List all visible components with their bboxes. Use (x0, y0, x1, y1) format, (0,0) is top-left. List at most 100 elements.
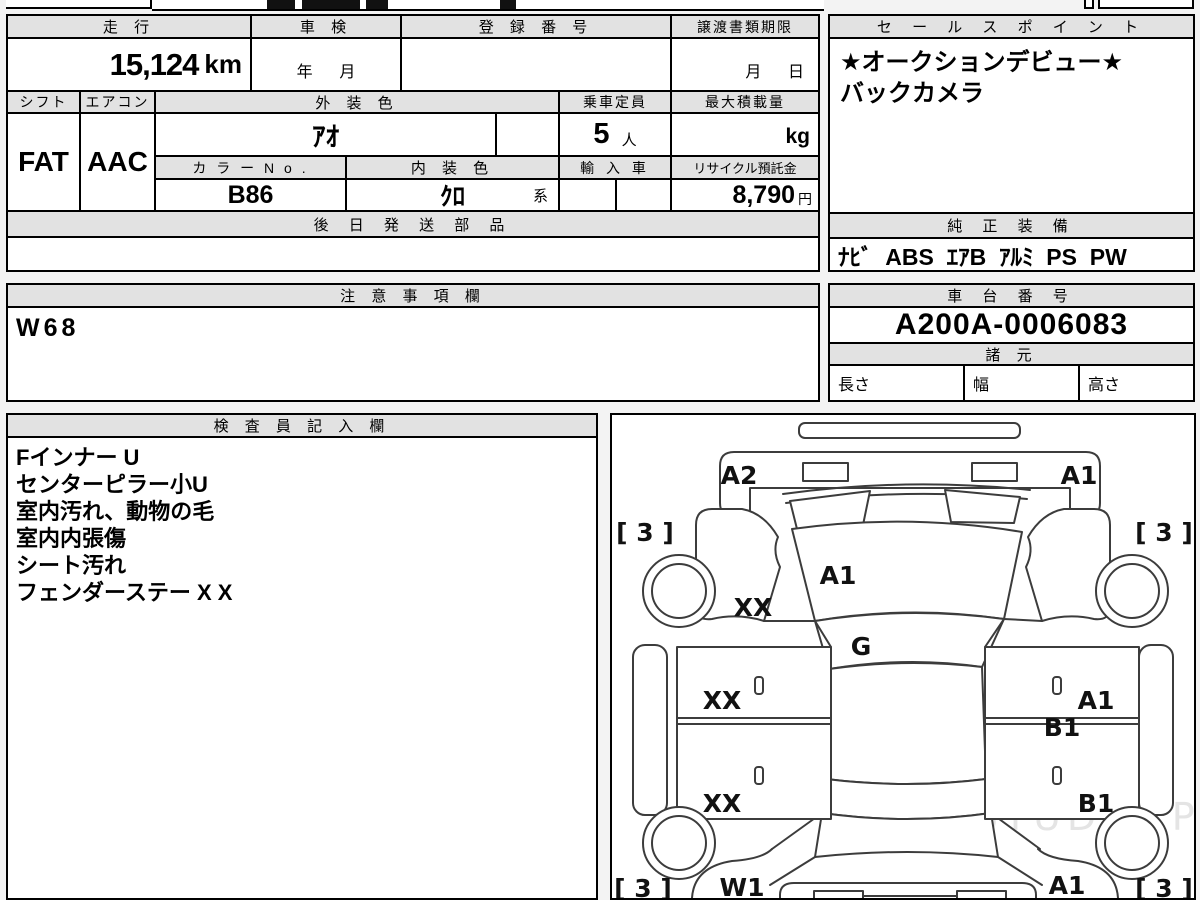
damage-code-label: [ 3 ] (1135, 518, 1193, 547)
mileage-number: 15,124 (109, 46, 200, 82)
trunk-shape (814, 812, 999, 858)
import-cell-2 (615, 178, 672, 212)
inspector-remark-line: シート汚れ (16, 553, 127, 578)
capacity-header: 乗車定員 (558, 90, 672, 114)
interior-color-header: 内 装 色 (345, 155, 560, 180)
inspection-value: 年 月 (250, 37, 402, 92)
top-strip-shape (798, 422, 1021, 439)
inspector-remarks-header: 検 査 員 記 入 欄 (6, 413, 598, 438)
rear-bumper-inset-right (956, 890, 1007, 898)
damage-code-label: A1 (820, 561, 857, 590)
factory-equipment-value: ﾅﾋﾞ ABS ｴｱB ｱﾙﾐ PS PW (828, 237, 1195, 272)
later-parts-value (6, 236, 820, 272)
damage-code-label: W1 (720, 873, 765, 898)
exterior-color-extra-cell (495, 112, 560, 157)
payload-header: 最大積載量 (670, 90, 820, 114)
recycle-deposit-header: リサイクル預託金 (670, 155, 820, 180)
registration-value (400, 37, 672, 92)
mileage-value: 15,124 km (6, 37, 252, 92)
damage-code-label: [ 3 ] (614, 874, 672, 898)
recycle-unit: 円 (798, 191, 812, 207)
capacity-unit: 人 (621, 132, 637, 149)
damage-code-label: XX (703, 686, 742, 715)
specs-header: 諸 元 (828, 342, 1195, 366)
mileage-unit: km (204, 49, 242, 79)
door-handle-front-right (1052, 676, 1062, 695)
doors-left-shape (676, 646, 832, 820)
damage-code-label: B1 (1078, 789, 1114, 818)
damage-code-label: [ 3 ] (1135, 874, 1193, 898)
interior-color-value: ｸﾛ 系 (345, 178, 560, 212)
payload-unit: kg (785, 125, 810, 148)
capacity-number: 5 (593, 118, 610, 150)
inspector-remark-line: Fインナー U (16, 445, 140, 470)
door-handle-rear-left (754, 766, 764, 785)
notes-value: W68 (6, 306, 820, 402)
recycle-number: 8,790 (732, 180, 795, 209)
auction-sheet: 走 行 車 検 登 録 番 号 譲渡書類期限 15,124 km 年 月 月 日… (0, 0, 1200, 900)
aircon-value: AAC (79, 112, 156, 212)
damage-code-label: A2 (721, 461, 758, 490)
recycle-deposit-value: 8,790 円 (670, 178, 820, 212)
rear-quarter-left-lines (769, 812, 823, 886)
tire-front-right (1095, 554, 1169, 628)
capacity-value: 5 人 (558, 112, 672, 157)
mileage-header: 走 行 (6, 14, 252, 39)
later-parts-header: 後 日 発 送 部 品 (6, 210, 820, 238)
shift-header: シフト (6, 90, 81, 114)
tire-front-left (642, 554, 716, 628)
damage-code-label: XX (734, 593, 773, 622)
front-fender-right-shape (1025, 508, 1111, 622)
sales-point-line: バックカメラ (840, 80, 984, 107)
import-header: 輸 入 車 (558, 155, 672, 180)
side-sill-left-shape (632, 644, 668, 816)
side-sill-right-shape (1138, 644, 1174, 816)
spec-length-cell: 長さ (828, 364, 965, 402)
sales-point-line: ★オークションデビュー★ (840, 49, 1124, 76)
damage-code-label: A1 (1049, 871, 1086, 898)
sales-point-body: ★オークションデビュー★ バックカメラ (828, 37, 1195, 214)
roof-shape (825, 661, 987, 785)
damage-code-label: A1 (1061, 461, 1098, 490)
rear-window-shape (821, 778, 992, 820)
windshield-shape (814, 612, 1005, 670)
interior-color-text: ｸﾛ (439, 183, 465, 211)
import-cell-1 (558, 178, 617, 212)
spec-height-cell: 高さ (1078, 364, 1195, 402)
damage-code-label: XX (703, 789, 742, 818)
headlight-right-shape (944, 489, 1021, 524)
color-no-value: B86 (154, 178, 347, 212)
inspector-remark-line: フェンダーステー X X (16, 580, 233, 605)
damage-code-label: A1 (1078, 686, 1115, 715)
payload-value: kg (670, 112, 820, 157)
chassis-number-header: 車 台 番 号 (828, 283, 1195, 308)
color-no-header: カ ラ ー N o . (154, 155, 347, 180)
sales-point-header: セ ー ル ス ポ イ ン ト (828, 14, 1195, 39)
exterior-color-value: ｱｵ (154, 112, 497, 157)
inspector-remarks-body: Fインナー U センターピラー小U 室内汚れ、動物の毛 室内内張傷 シート汚れ … (6, 436, 598, 900)
car-outline-svg: WEB STUDIO.PRO (614, 422, 1194, 898)
spec-width-cell: 幅 (963, 364, 1080, 402)
door-handle-front-left (754, 676, 764, 695)
door-handle-rear-right (1052, 766, 1062, 785)
inspection-header: 車 検 (250, 14, 402, 39)
damage-code-label: [ 3 ] (616, 518, 674, 547)
interior-color-suffix: 系 (532, 187, 548, 205)
registration-header: 登 録 番 号 (400, 14, 672, 39)
inspector-remark-line: センターピラー小U (16, 472, 208, 497)
shift-value: FAT (6, 112, 81, 212)
aircon-header: エアコン (79, 90, 156, 114)
inspector-remark-line: 室内汚れ、動物の毛 (16, 499, 215, 524)
rear-bumper-inset-left (813, 890, 864, 898)
bumper-inset-left (802, 462, 849, 482)
factory-equipment-header: 純 正 装 備 (828, 212, 1195, 239)
car-damage-diagram: WEB STUDIO.PRO (610, 413, 1196, 900)
damage-code-label: B1 (1044, 713, 1080, 742)
bumper-inset-right (971, 462, 1018, 482)
damage-code-label: G (851, 632, 872, 661)
chassis-number-value: A200A-0006083 (828, 306, 1195, 344)
exterior-color-header: 外 装 色 (154, 90, 560, 114)
notes-header: 注 意 事 項 欄 (6, 283, 820, 308)
transfer-docs-value: 月 日 (670, 37, 820, 92)
inspector-remark-line: 室内内張傷 (16, 526, 127, 551)
